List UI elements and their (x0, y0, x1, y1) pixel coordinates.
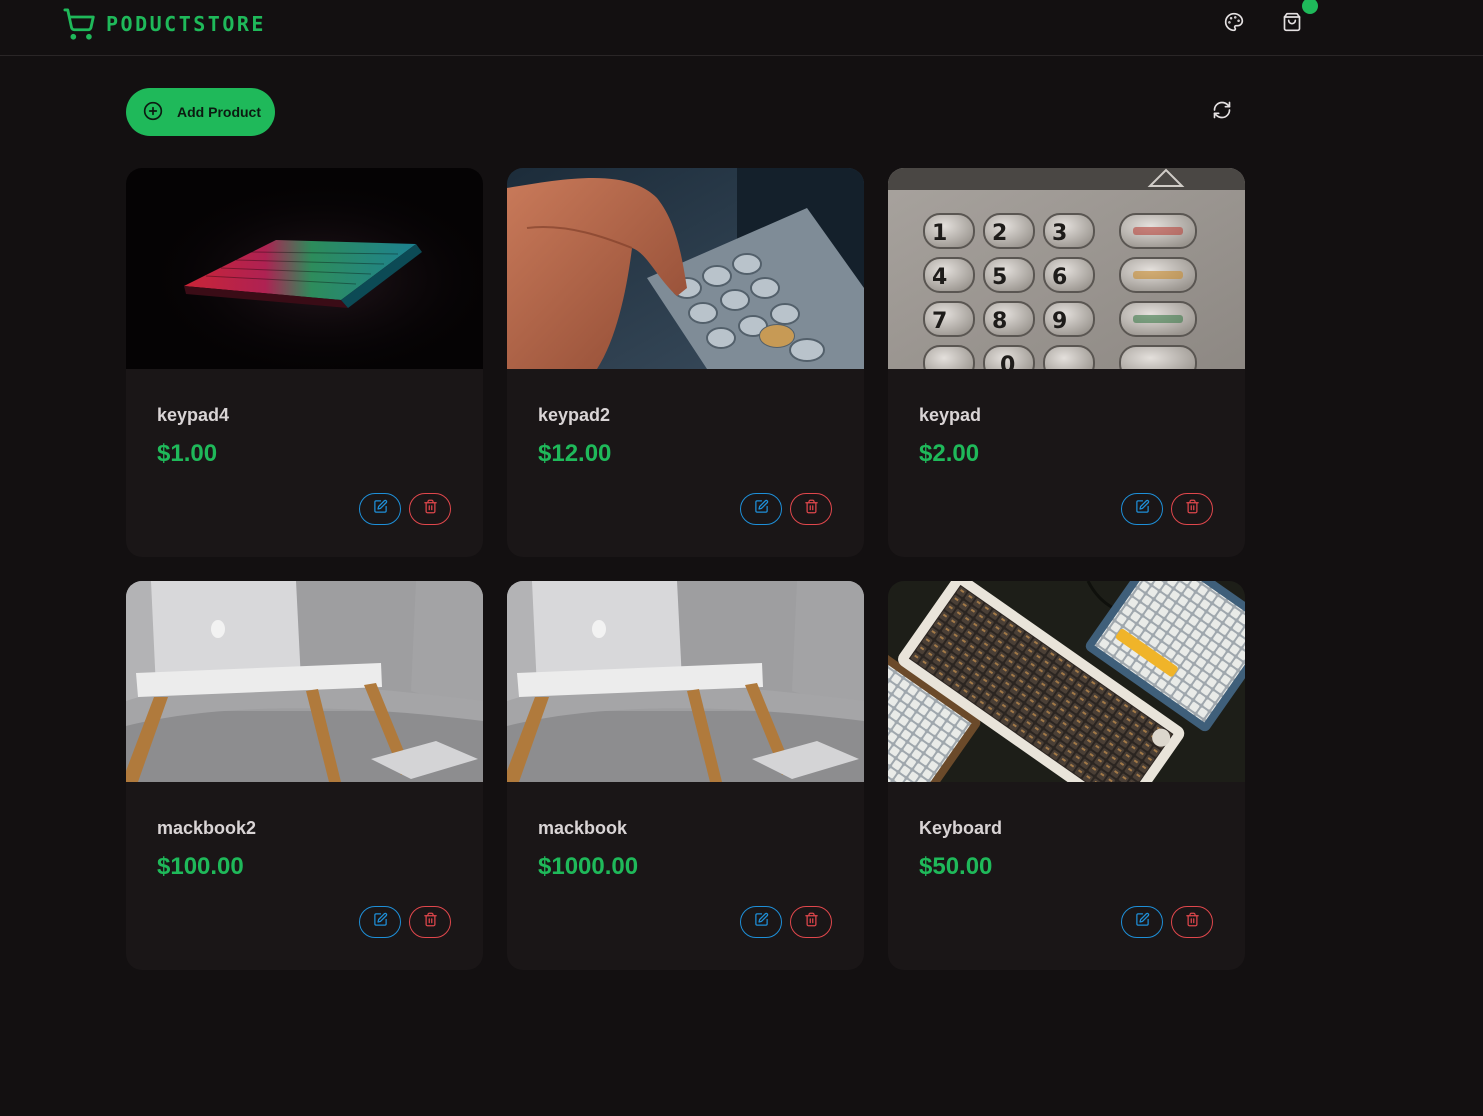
product-card: Keyboard $50.00 (888, 581, 1245, 970)
refresh-icon (1212, 100, 1232, 125)
product-image (126, 581, 483, 782)
brand-logo[interactable]: PODUCTSTORE (62, 6, 266, 42)
product-price: $2.00 (919, 440, 980, 467)
trash-icon (1185, 912, 1200, 932)
trash-icon (423, 499, 438, 519)
edit-icon (754, 499, 769, 519)
product-name: keypad (919, 405, 982, 425)
svg-text:4: 4 (932, 265, 947, 290)
product-card: keypad2 $12.00 (507, 168, 864, 557)
delete-button[interactable] (790, 493, 832, 525)
edit-button[interactable] (740, 493, 782, 525)
product-image (126, 168, 483, 369)
svg-text:2: 2 (992, 221, 1007, 246)
product-name: keypad2 (538, 405, 611, 425)
delete-button[interactable] (1171, 493, 1213, 525)
theme-selector-button[interactable] (1220, 10, 1248, 38)
delete-button[interactable] (409, 493, 451, 525)
edit-button[interactable] (359, 493, 401, 525)
product-name: mackbook (538, 818, 628, 838)
product-price: $50.00 (919, 853, 993, 880)
svg-text:6: 6 (1052, 265, 1067, 290)
svg-text:5: 5 (992, 265, 1007, 290)
brand-name: PODUCTSTORE (106, 12, 266, 36)
edit-icon (1135, 912, 1150, 932)
svg-text:7: 7 (932, 309, 947, 334)
trash-icon (804, 912, 819, 932)
product-card: mackbook2 $100.00 (126, 581, 483, 970)
edit-button[interactable] (359, 906, 401, 938)
trash-icon (804, 499, 819, 519)
product-price: $12.00 (538, 440, 612, 467)
svg-text:1: 1 (932, 221, 947, 246)
delete-button[interactable] (409, 906, 451, 938)
svg-text:0: 0 (1000, 353, 1015, 369)
product-grid: keypad4 $1.00 keypad2 $12.00 1 2 3 4 5 6… (126, 168, 1246, 970)
navbar: PODUCTSTORE (0, 0, 1483, 56)
shopping-bag-icon (1282, 12, 1302, 37)
svg-text:9: 9 (1052, 309, 1067, 334)
edit-icon (373, 499, 388, 519)
product-price: $1000.00 (538, 853, 639, 880)
edit-button[interactable] (1121, 493, 1163, 525)
cart-badge (1302, 0, 1318, 14)
trash-icon (1185, 499, 1200, 519)
palette-icon (1224, 12, 1244, 37)
product-image: 1 2 3 4 5 6 7 8 9 0 (888, 168, 1245, 369)
product-image (888, 581, 1245, 782)
cart-button[interactable] (1278, 10, 1306, 38)
svg-text:3: 3 (1052, 221, 1067, 246)
edit-icon (754, 912, 769, 932)
plus-circle-icon (143, 101, 163, 124)
delete-button[interactable] (790, 906, 832, 938)
product-card: mackbook $1000.00 (507, 581, 864, 970)
product-name: mackbook2 (157, 818, 257, 838)
product-card: keypad4 $1.00 (126, 168, 483, 557)
trash-icon (423, 912, 438, 932)
add-product-button[interactable]: Add Product (126, 88, 275, 136)
product-price: $1.00 (157, 440, 218, 467)
edit-icon (1135, 499, 1150, 519)
delete-button[interactable] (1171, 906, 1213, 938)
edit-button[interactable] (740, 906, 782, 938)
shopping-cart-icon (62, 7, 96, 41)
edit-button[interactable] (1121, 906, 1163, 938)
product-price: $100.00 (157, 853, 244, 880)
product-card: 1 2 3 4 5 6 7 8 9 0 keypad $2.00 (888, 168, 1245, 557)
svg-text:8: 8 (992, 309, 1007, 334)
add-product-label: Add Product (177, 104, 261, 120)
product-name: Keyboard (919, 818, 1003, 838)
edit-icon (373, 912, 388, 932)
product-image (507, 581, 864, 782)
product-name: keypad4 (157, 405, 230, 425)
product-image (507, 168, 864, 369)
refresh-button[interactable] (1208, 98, 1236, 126)
